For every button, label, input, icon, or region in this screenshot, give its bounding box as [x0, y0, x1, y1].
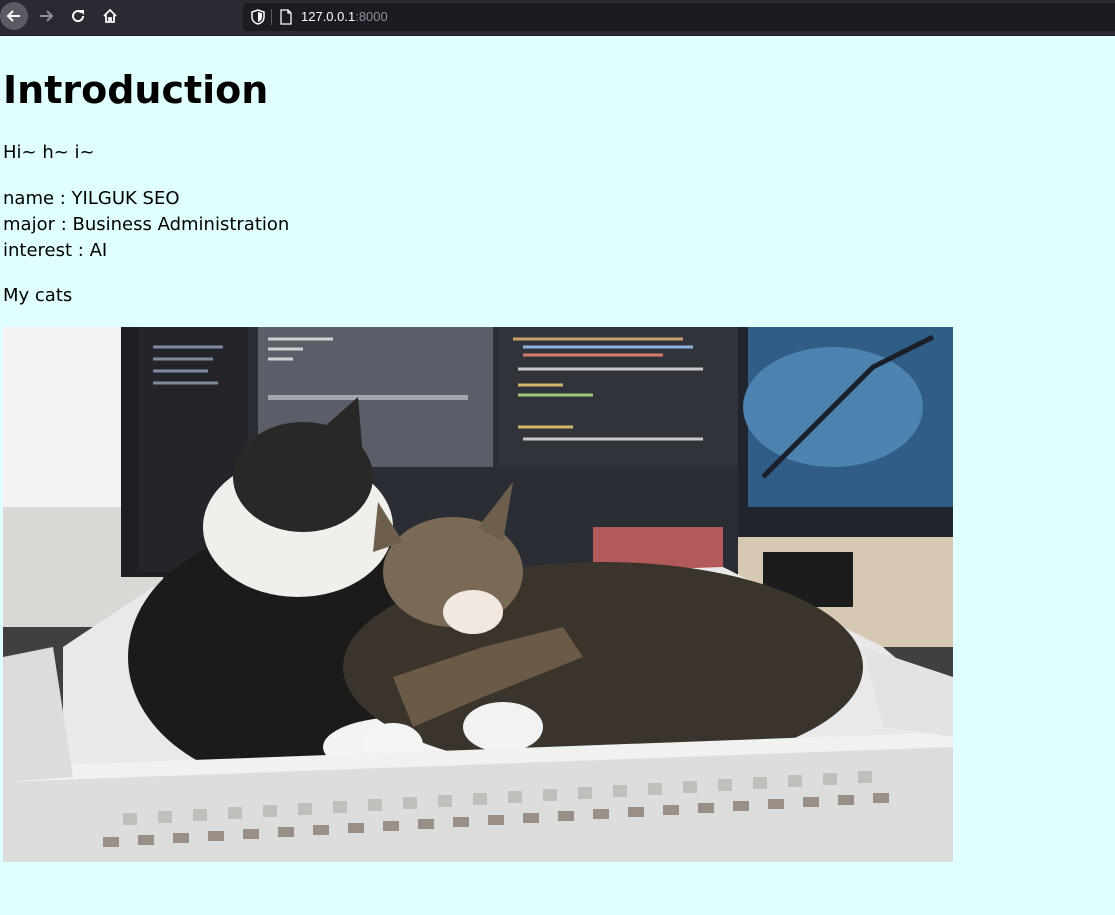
shield-icon[interactable] [251, 9, 265, 25]
greeting-text: Hi~ h~ i~ [3, 142, 95, 163]
major-line: major : Business Administration [3, 214, 290, 235]
browser-toolbar: 127.0.0.1:8000 [0, 0, 1115, 36]
home-icon [103, 8, 117, 23]
arrow-right-icon [40, 10, 54, 22]
reload-button[interactable] [64, 2, 92, 30]
url-port: :8000 [355, 9, 388, 24]
home-button[interactable] [96, 2, 124, 30]
cats-photo [3, 327, 953, 862]
address-bar[interactable]: 127.0.0.1:8000 [243, 3, 1115, 31]
page-icon[interactable] [279, 9, 293, 25]
url-host: 127.0.0.1 [301, 9, 356, 24]
name-line: name : YILGUK SEO [3, 188, 180, 209]
interest-line: interest : AI [3, 240, 108, 261]
info-block: name : YILGUK SEO major : Business Admin… [3, 186, 289, 264]
url-text[interactable]: 127.0.0.1:8000 [301, 9, 388, 25]
forward-button[interactable] [32, 2, 60, 30]
reload-icon [72, 10, 85, 23]
cats-in-basket-image [3, 327, 953, 862]
page-title: Introduction [3, 68, 269, 112]
address-separator [271, 9, 272, 25]
arrow-left-icon [6, 10, 20, 22]
photo-caption: My cats [3, 285, 73, 306]
back-button[interactable] [0, 2, 28, 30]
